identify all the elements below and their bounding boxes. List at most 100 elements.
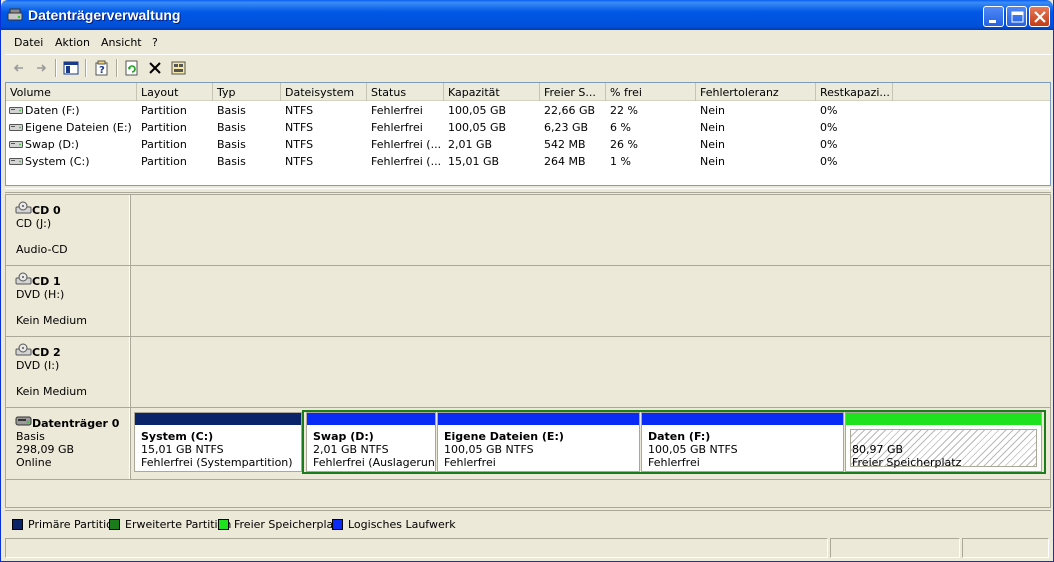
disk-content-empty	[132, 266, 1050, 336]
cell-status: Fehlerfrei	[371, 104, 423, 117]
cell-restkapazitaet: 0%	[820, 138, 838, 151]
column-header-status[interactable]: Status	[367, 83, 444, 101]
cell-prozent-frei: 22 %	[610, 104, 638, 117]
cell-layout: Partition	[141, 121, 187, 134]
cell-kapazitaet: 100,05 GB	[448, 121, 507, 134]
cell-freier-speicher: 542 MB	[544, 138, 586, 151]
disk-management-app-icon	[7, 7, 23, 23]
properties-help-icon[interactable]: ?	[92, 58, 112, 78]
volume-row[interactable]: Eigene Dateien (E:) Partition Basis NTFS…	[6, 119, 1050, 136]
volume-row[interactable]: System (C:) Partition Basis NTFS Fehlerf…	[6, 153, 1050, 170]
status-bar	[5, 536, 1051, 558]
menu-datei[interactable]: Datei	[14, 36, 43, 49]
column-header-volume[interactable]: Volume	[6, 83, 137, 101]
refresh-icon[interactable]	[122, 58, 142, 78]
partition-size: 100,05 GB NTFS	[444, 443, 534, 456]
menu-ansicht[interactable]: Ansicht	[101, 36, 142, 49]
column-header-freier-speicher[interactable]: Freier S...	[540, 83, 606, 101]
forward-arrow-icon[interactable]	[31, 58, 51, 78]
partition-type-bar-logical	[642, 413, 843, 425]
cd-drive-icon	[15, 343, 33, 360]
cell-restkapazitaet: 0%	[820, 121, 838, 134]
partition-swap-d[interactable]: Swap (D:) 2,01 GB NTFS Fehlerfrei (Ausla…	[306, 412, 436, 472]
volume-list-header: Volume Layout Typ Dateisystem Status Kap…	[6, 83, 1050, 101]
disk-row-cd1[interactable]: CD 1 DVD (H:) Kein Medium	[6, 266, 1050, 337]
disk-properties-icon[interactable]	[169, 58, 189, 78]
legend-swatch	[109, 519, 120, 530]
title-bar[interactable]: Datenträgerverwaltung	[1, 0, 1053, 30]
back-arrow-icon[interactable]	[9, 58, 29, 78]
volume-list[interactable]: Volume Layout Typ Dateisystem Status Kap…	[5, 82, 1051, 186]
cell-freier-speicher: 22,66 GB	[544, 104, 596, 117]
partition-status: Fehlerfrei	[444, 456, 496, 469]
partition-daten-f[interactable]: Daten (F:) 100,05 GB NTFS Fehlerfrei	[641, 412, 844, 472]
disk-name: Datenträger 0	[32, 417, 120, 430]
disk-drive-letter: CD (J:)	[16, 217, 52, 230]
disk-label[interactable]: CD 2 DVD (I:) Kein Medium	[6, 337, 131, 407]
volume-row[interactable]: Swap (D:) Partition Basis NTFS Fehlerfre…	[6, 136, 1050, 153]
cell-typ: Basis	[217, 155, 246, 168]
partition-size: 100,05 GB NTFS	[648, 443, 738, 456]
delete-icon[interactable]	[145, 58, 165, 78]
show-hide-console-tree-icon[interactable]	[61, 58, 81, 78]
cell-kapazitaet: 100,05 GB	[448, 104, 507, 117]
disk-row-cd2[interactable]: CD 2 DVD (I:) Kein Medium	[6, 337, 1050, 408]
disk-graphical-view: CD 0 CD (J:) Audio-CD CD 1 DVD (H:) Kein…	[5, 194, 1051, 508]
partition-info: System (C:) 15,01 GB NTFS Fehlerfrei (Sy…	[141, 430, 293, 469]
partition-system-c[interactable]: System (C:) 15,01 GB NTFS Fehlerfrei (Sy…	[134, 412, 302, 472]
column-header-layout[interactable]: Layout	[137, 83, 213, 101]
disk-label[interactable]: Datenträger 0 Basis 298,09 GB Online	[6, 408, 131, 479]
cell-volume: Daten (F:)	[25, 104, 80, 117]
legend-extended: Erweiterte Partition	[109, 518, 231, 531]
cd-drive-icon	[15, 201, 33, 218]
partition-title: Swap (D:)	[313, 430, 374, 443]
column-header-prozent-frei[interactable]: % frei	[606, 83, 696, 101]
disk-label[interactable]: CD 1 DVD (H:) Kein Medium	[6, 266, 131, 336]
close-button[interactable]	[1029, 6, 1050, 27]
cell-dateisystem: NTFS	[285, 155, 314, 168]
cell-restkapazitaet: 0%	[820, 104, 838, 117]
disk-status: Online	[16, 456, 52, 469]
toolbar: ?	[5, 54, 1051, 80]
cell-layout: Partition	[141, 104, 187, 117]
free-space-label: Freier Speicherplatz	[852, 456, 962, 469]
volume-row[interactable]: Daten (F:) Partition Basis NTFS Fehlerfr…	[6, 102, 1050, 119]
legend-swatch	[12, 519, 23, 530]
minimize-button[interactable]	[983, 6, 1004, 27]
menu-help[interactable]: ?	[152, 36, 158, 49]
disk-media-status: Kein Medium	[16, 314, 87, 327]
maximize-button[interactable]	[1006, 6, 1027, 27]
partition-eigene-dateien-e[interactable]: Eigene Dateien (E:) 100,05 GB NTFS Fehle…	[437, 412, 640, 472]
column-header-dateisystem[interactable]: Dateisystem	[281, 83, 367, 101]
free-space-size: 80,97 GB	[852, 443, 904, 456]
partition-size: 2,01 GB NTFS	[313, 443, 389, 456]
partition-status: Fehlerfrei	[648, 456, 700, 469]
pane-splitter[interactable]	[5, 188, 1051, 193]
disk-row-disk0[interactable]: Datenträger 0 Basis 298,09 GB Online Sys…	[6, 408, 1050, 480]
disk-partition-map: System (C:) 15,01 GB NTFS Fehlerfrei (Sy…	[132, 408, 1050, 479]
partition-title: Eigene Dateien (E:)	[444, 430, 564, 443]
menu-aktion[interactable]: Aktion	[55, 36, 90, 49]
partition-title: Daten (F:)	[648, 430, 711, 443]
partition-type-bar-logical	[438, 413, 639, 425]
cell-status: Fehlerfrei	[371, 121, 423, 134]
disk-drive-letter: DVD (H:)	[16, 288, 65, 301]
cell-restkapazitaet: 0%	[820, 155, 838, 168]
column-header-kapazitaet[interactable]: Kapazität	[444, 83, 540, 101]
column-header-typ[interactable]: Typ	[213, 83, 281, 101]
cell-prozent-frei: 26 %	[610, 138, 638, 151]
disk-row-cd0[interactable]: CD 0 CD (J:) Audio-CD	[6, 195, 1050, 266]
disk-media-status: Audio-CD	[16, 243, 68, 256]
toolbar-separator	[85, 59, 87, 77]
hard-disk-icon	[15, 414, 33, 431]
legend-label: Erweiterte Partition	[125, 518, 232, 531]
cell-status: Fehlerfrei (...	[371, 138, 442, 151]
column-header-fehlertoleranz[interactable]: Fehlertoleranz	[696, 83, 816, 101]
cell-layout: Partition	[141, 138, 187, 151]
cell-prozent-frei: 6 %	[610, 121, 631, 134]
legend-primary: Primäre Partition	[12, 518, 120, 531]
free-space-area[interactable]: 80,97 GB Freier Speicherplatz	[845, 412, 1042, 472]
disk-label[interactable]: CD 0 CD (J:) Audio-CD	[6, 195, 131, 265]
window-title: Datenträgerverwaltung	[28, 7, 181, 23]
column-header-restkapazitaet[interactable]: Restkapazi...	[816, 83, 893, 101]
